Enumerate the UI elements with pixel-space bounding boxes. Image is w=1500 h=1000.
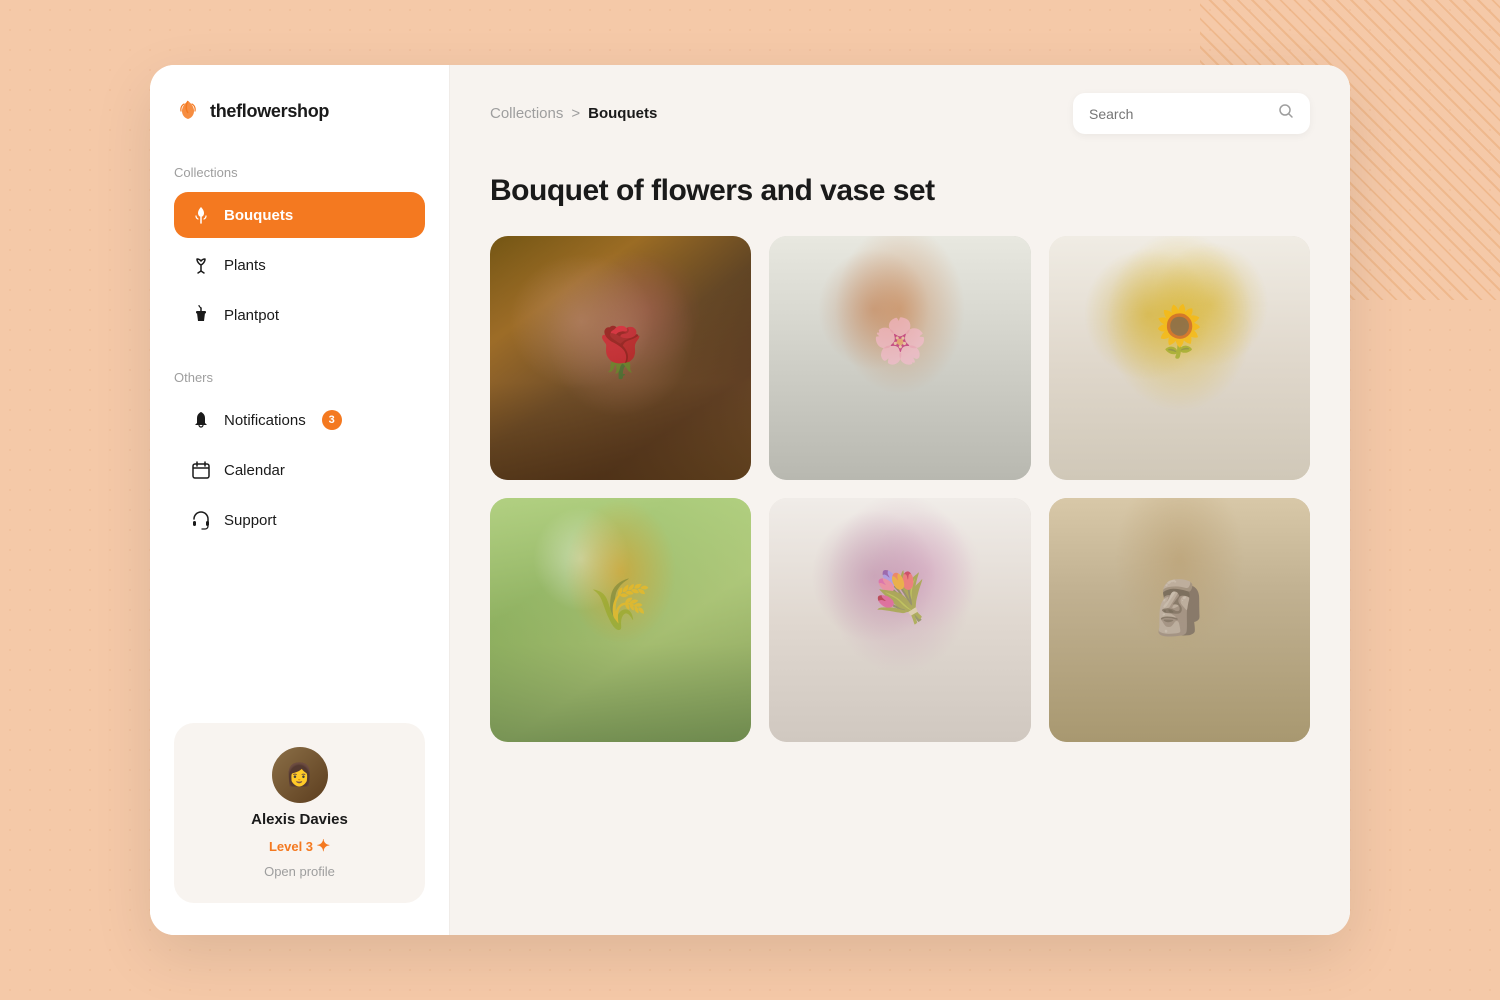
gallery-item-5[interactable] <box>769 498 1030 742</box>
image-grid <box>490 236 1310 742</box>
search-icon <box>1278 103 1294 124</box>
sidebar-item-plants[interactable]: Plants <box>174 242 425 288</box>
notifications-badge: 3 <box>322 410 342 430</box>
sidebar-item-notifications[interactable]: Notifications 3 <box>174 397 425 443</box>
logo-icon <box>174 97 202 125</box>
collections-nav-section: Collections Bouquets <box>174 165 425 342</box>
sidebar-item-calendar-label: Calendar <box>224 462 285 479</box>
sidebar: theflowershop Collections Bouquets <box>150 65 450 935</box>
breadcrumb-separator: > <box>571 105 580 122</box>
others-section-label: Others <box>174 370 425 385</box>
bouquets-icon <box>190 204 212 226</box>
sidebar-item-calendar[interactable]: Calendar <box>174 447 425 493</box>
notifications-icon <box>190 409 212 431</box>
breadcrumb-current: Bouquets <box>588 105 657 122</box>
header: Collections > Bouquets <box>450 65 1350 154</box>
sidebar-item-support[interactable]: Support <box>174 497 425 543</box>
search-input[interactable] <box>1089 106 1270 122</box>
main-content: Collections > Bouquets Bouquet of flower… <box>450 65 1350 935</box>
gallery-item-4[interactable] <box>490 498 751 742</box>
app-container: theflowershop Collections Bouquets <box>150 65 1350 935</box>
avatar: 👩 <box>272 747 328 803</box>
page-content: Bouquet of flowers and vase set <box>450 154 1350 935</box>
others-nav-section: Others Notifications 3 <box>174 370 425 547</box>
gallery-item-6[interactable] <box>1049 498 1310 742</box>
plants-icon <box>190 254 212 276</box>
plantpot-icon <box>190 304 212 326</box>
open-profile-link[interactable]: Open profile <box>264 864 335 879</box>
profile-card: 👩 Alexis Davies Level 3 ✦ Open profile <box>174 723 425 903</box>
gallery-item-2[interactable] <box>769 236 1030 480</box>
profile-name: Alexis Davies <box>251 811 348 828</box>
support-icon <box>190 509 212 531</box>
logo: theflowershop <box>174 97 425 125</box>
profile-level: Level 3 ✦ <box>269 836 330 856</box>
calendar-icon <box>190 459 212 481</box>
sidebar-item-plantpot-label: Plantpot <box>224 307 279 324</box>
sidebar-item-plants-label: Plants <box>224 257 266 274</box>
collections-section-label: Collections <box>174 165 425 180</box>
logo-text: theflowershop <box>210 101 329 122</box>
sidebar-item-bouquets-label: Bouquets <box>224 207 293 224</box>
sidebar-item-bouquets[interactable]: Bouquets <box>174 192 425 238</box>
page-title: Bouquet of flowers and vase set <box>490 174 1310 208</box>
gallery-item-3[interactable] <box>1049 236 1310 480</box>
sidebar-item-plantpot[interactable]: Plantpot <box>174 292 425 338</box>
sidebar-item-support-label: Support <box>224 512 277 529</box>
gallery-item-1[interactable] <box>490 236 751 480</box>
breadcrumb: Collections > Bouquets <box>490 105 657 122</box>
breadcrumb-parent[interactable]: Collections <box>490 105 563 122</box>
search-box[interactable] <box>1073 93 1310 134</box>
sidebar-item-notifications-label: Notifications <box>224 412 306 429</box>
avatar-placeholder: 👩 <box>272 747 328 803</box>
